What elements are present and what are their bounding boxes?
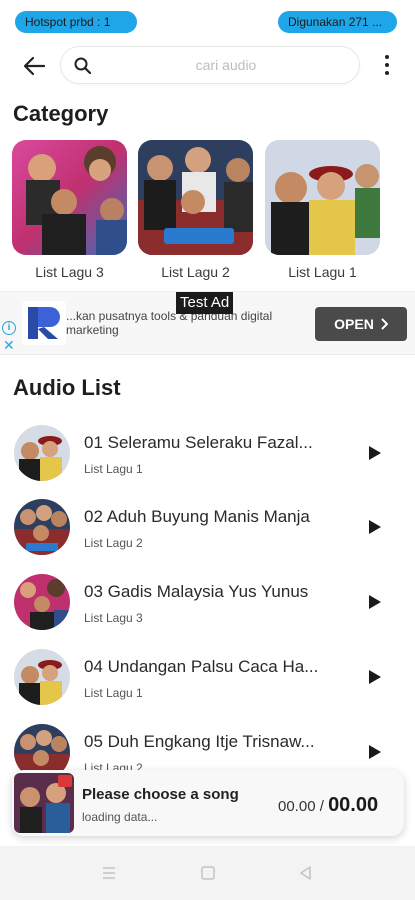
play-icon[interactable] <box>366 742 384 762</box>
search-icon <box>74 57 92 75</box>
song-list-name: List Lagu 3 <box>84 611 143 625</box>
category-card[interactable]: List Lagu 1 <box>265 140 380 280</box>
song-list-name: List Lagu 2 <box>84 536 143 550</box>
player-time-current: 00.00 <box>278 798 316 815</box>
category-label: List Lagu 2 <box>161 264 230 280</box>
audio-list-item[interactable]: 02 Aduh Buyung Manis Manja List Lagu 2 <box>0 499 415 569</box>
song-thumbnail <box>14 425 70 481</box>
more-vert-dot <box>385 63 389 67</box>
song-thumbnail <box>14 574 70 630</box>
song-title: 04 Undangan Palsu Caca Ha... <box>84 657 319 676</box>
category-cover-image <box>265 140 380 255</box>
player-cover-image <box>14 773 74 833</box>
usage-pill: Digunakan 271 ... <box>278 11 397 33</box>
category-label: List Lagu 1 <box>288 264 357 280</box>
audio-list-item[interactable]: 04 Undangan Palsu Caca Ha... List Lagu 1 <box>0 649 415 719</box>
player-time: 00.00 / 00.00 <box>278 794 378 817</box>
player-status: loading data... <box>82 810 158 824</box>
song-list-name: List Lagu 1 <box>84 686 143 700</box>
category-cover-image <box>138 140 253 255</box>
back-triangle-icon[interactable] <box>297 864 315 882</box>
song-title: 03 Gadis Malaysia Yus Yunus <box>84 582 309 601</box>
audio-list-item[interactable]: 03 Gadis Malaysia Yus Yunus List Lagu 3 <box>0 574 415 644</box>
more-options-button[interactable] <box>378 52 396 78</box>
player-time-separator: / <box>319 798 324 815</box>
song-title: 01 Seleramu Seleraku Fazal... <box>84 433 313 452</box>
ad-logo <box>22 301 66 345</box>
song-list-name: List Lagu 1 <box>84 462 143 476</box>
ad-close-icon[interactable]: ✕ <box>3 337 15 354</box>
more-vert-dot <box>385 71 389 75</box>
menu-icon[interactable] <box>100 864 118 882</box>
more-vert-icon <box>385 55 389 59</box>
play-icon[interactable] <box>366 517 384 537</box>
test-ad-tag: Test Ad <box>176 292 234 314</box>
player-time-total: 00.00 <box>328 794 379 816</box>
arrow-left-icon <box>23 56 46 76</box>
hotspot-pill: Hotspot prbd : 1 <box>15 11 137 33</box>
ad-info-icon[interactable]: i <box>2 321 16 335</box>
search-bar[interactable] <box>60 46 360 84</box>
category-card[interactable]: List Lagu 3 <box>12 140 127 280</box>
song-title: 02 Aduh Buyung Manis Manja <box>84 507 310 526</box>
play-icon[interactable] <box>366 592 384 612</box>
category-heading: Category <box>13 101 109 126</box>
category-cover-image <box>12 140 127 255</box>
ad-open-label: OPEN <box>334 316 374 332</box>
ad-open-button[interactable]: OPEN <box>315 307 407 341</box>
category-label: List Lagu 3 <box>35 264 104 280</box>
song-thumbnail <box>14 649 70 705</box>
now-playing-bar[interactable]: Please choose a song loading data... 00.… <box>12 770 404 836</box>
back-button[interactable] <box>18 51 50 81</box>
search-input[interactable] <box>101 47 351 83</box>
system-nav-bar <box>0 846 415 900</box>
home-square-icon[interactable] <box>199 864 217 882</box>
audio-list-item[interactable]: 01 Seleramu Seleraku Fazal... List Lagu … <box>0 425 415 495</box>
play-icon[interactable] <box>366 667 384 687</box>
song-title: 05 Duh Engkang Itje Trisnaw... <box>84 732 315 751</box>
chevron-right-icon <box>381 318 388 330</box>
audio-list-heading: Audio List <box>13 375 121 400</box>
category-card[interactable]: List Lagu 2 <box>138 140 253 280</box>
song-thumbnail <box>14 499 70 555</box>
ad-text: ...kan pusatnya tools & panduan digital … <box>66 309 273 337</box>
play-icon[interactable] <box>366 443 384 463</box>
player-song-title: Please choose a song <box>82 786 239 803</box>
